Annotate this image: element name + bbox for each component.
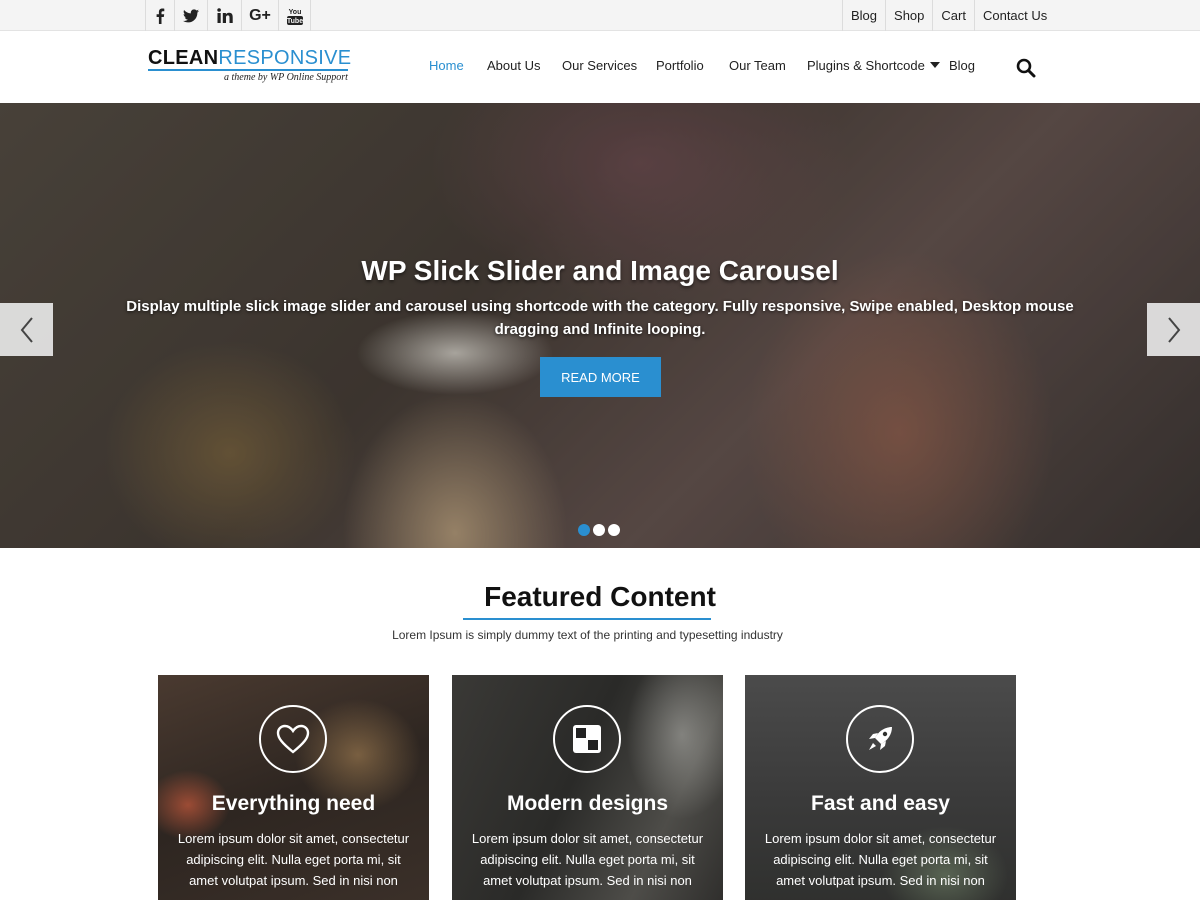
top-link-cart[interactable]: Cart [933,0,975,31]
nav-our-team[interactable]: Our Team [729,58,786,73]
featured-section: Featured Content Lorem Ipsum is simply d… [0,548,1200,900]
chevron-left-icon [20,316,33,343]
feature-card[interactable]: Everything need Lorem ipsum dolor sit am… [158,675,429,900]
read-more-button[interactable]: READ MORE [540,357,661,397]
nav-blog[interactable]: Blog [949,58,975,73]
nav-about-us[interactable]: About Us [487,58,540,73]
site-logo[interactable]: CLEANRESPONSIVE a theme by WP Online Sup… [148,48,351,83]
feature-card-title: Fast and easy [811,792,950,815]
featured-subtitle: Lorem Ipsum is simply dummy text of the … [392,628,783,642]
youtube-icon[interactable]: You Tube [279,0,311,31]
google-plus-icon[interactable]: G+ [242,0,279,31]
logo-part-clean: CLEAN [148,47,219,69]
feature-card[interactable]: Modern designs Lorem ipsum dolor sit ame… [452,675,723,900]
feature-card-title: Everything need [211,792,376,815]
top-links: Blog Shop Cart Contact Us [842,0,1055,31]
slider-prev-button[interactable] [0,303,53,356]
linkedin-icon[interactable] [208,0,242,31]
logo-underline [148,69,348,71]
feature-card-text: Lorem ipsum dolor sit amet, consectetur … [764,831,997,888]
feature-card-text: Lorem ipsum dolor sit amet, consectetur … [471,831,704,888]
top-bar: G+ You Tube Blog Shop Cart Contact Us [0,0,1200,31]
twitter-icon[interactable] [175,0,208,31]
nav-our-services[interactable]: Our Services [562,58,637,73]
nav-portfolio[interactable]: Portfolio [656,58,704,73]
facebook-icon[interactable] [146,0,175,31]
feature-card-text: Lorem ipsum dolor sit amet, consectetur … [177,831,410,888]
nav-plugins-shortcode-label: Plugins & Shortcode [807,58,925,73]
heart-icon [259,705,327,773]
featured-title: Featured Content [484,581,716,612]
hero-description: Display multiple slick image slider and … [126,298,1074,338]
rocket-icon [846,705,914,773]
caret-down-icon [929,62,940,68]
svg-text:You: You [288,9,301,16]
logo-tagline: a theme by WP Online Support [224,72,348,83]
chevron-right-icon [1167,316,1180,343]
top-link-blog[interactable]: Blog [843,0,887,31]
hero-title: WP Slick Slider and Image Carousel [361,255,839,286]
slider-dot[interactable] [608,524,620,536]
top-link-shop[interactable]: Shop [886,0,934,31]
site-header: CLEANRESPONSIVE a theme by WP Online Sup… [0,31,1200,103]
nav-plugins-shortcode[interactable]: Plugins & Shortcode [807,58,940,73]
nav-home[interactable]: Home [429,58,464,73]
search-icon[interactable] [1016,58,1038,80]
logo-text: CLEANRESPONSIVE [148,48,351,68]
hero-slider[interactable]: WP Slick Slider and Image Carousel Displ… [0,103,1200,548]
featured-title-underline [463,618,711,620]
feature-card[interactable]: Fast and easy Lorem ipsum dolor sit amet… [745,675,1016,900]
slider-next-button[interactable] [1147,303,1200,356]
logo-part-responsive: RESPONSIVE [218,47,352,69]
slider-dot[interactable] [593,524,605,536]
grid-squares-icon [553,705,621,773]
feature-card-title: Modern designs [506,792,669,815]
social-links: G+ You Tube [145,0,311,31]
slider-dots [578,524,620,536]
svg-text:Tube: Tube [286,18,302,25]
slider-dot[interactable] [578,524,590,536]
top-link-contact-us[interactable]: Contact Us [975,0,1055,31]
